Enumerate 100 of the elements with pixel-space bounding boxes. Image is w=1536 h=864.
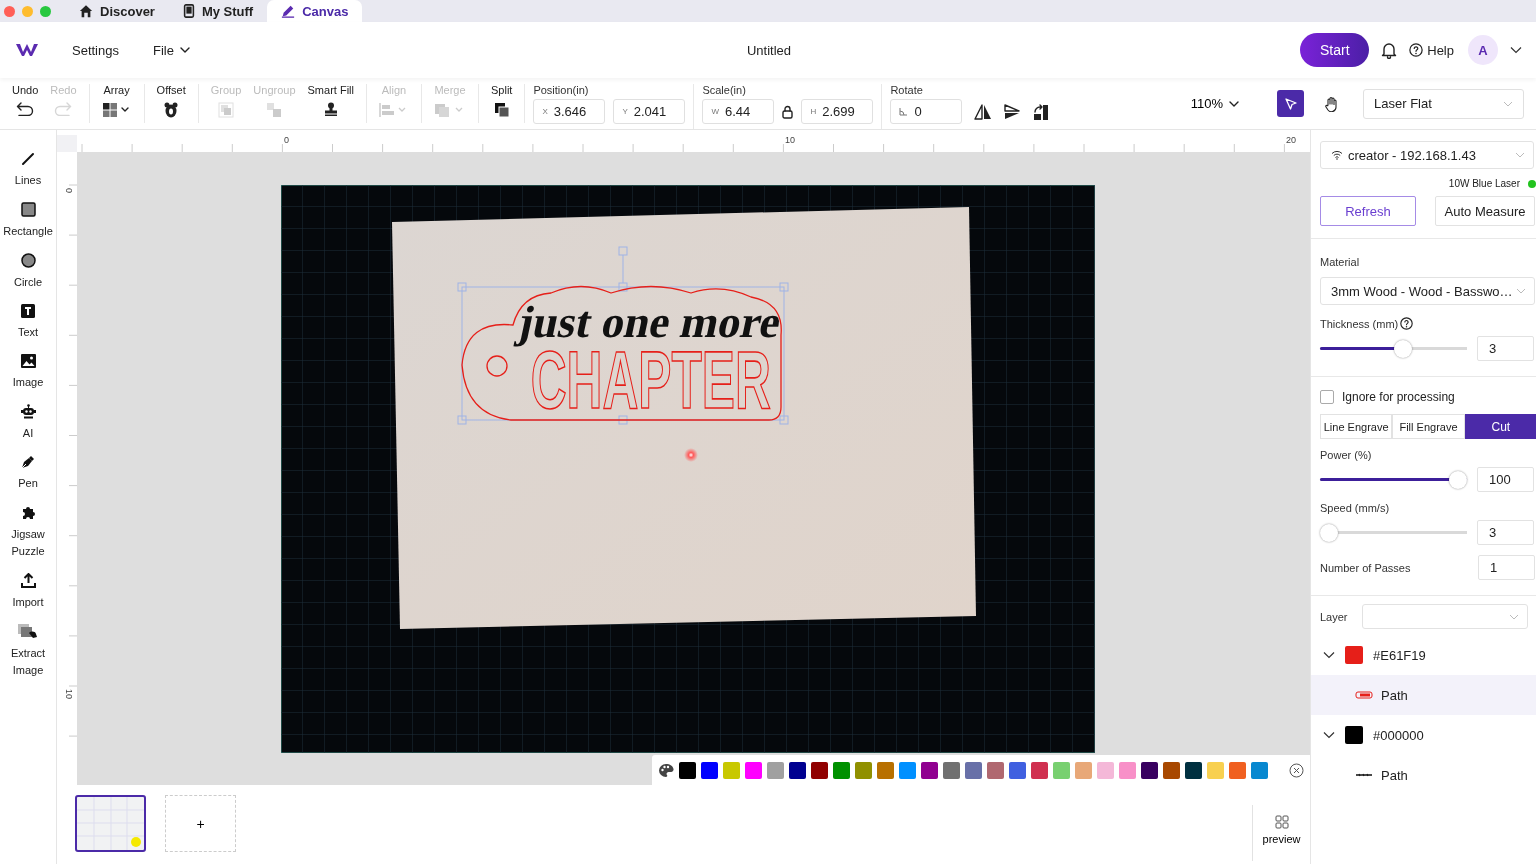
color-swatch[interactable] [1053,761,1070,779]
help-icon[interactable] [1400,317,1414,330]
action-button[interactable]: Refresh [1320,196,1416,226]
color-swatch[interactable] [877,761,894,779]
color-swatch[interactable] [1097,761,1114,779]
start-button[interactable]: Start [1300,33,1370,67]
tool-button[interactable]: Circle [0,253,57,291]
app-tab[interactable]: Canvas [267,0,363,22]
flip-horizontal-icon[interactable] [974,103,993,120]
stamp-icon [323,102,338,116]
page-thumbnail[interactable] [75,795,146,852]
color-swatch[interactable] [723,761,740,779]
input-field[interactable]: Y 2.041 [613,99,686,124]
pen-icon [21,455,35,469]
color-swatch[interactable] [701,761,718,779]
close-icon[interactable] [1289,762,1304,778]
add-page-button[interactable]: + [165,795,236,852]
slider-thumb[interactable] [1393,339,1412,358]
color-swatch[interactable] [1251,761,1268,779]
color-swatch[interactable] [1119,761,1136,779]
split-icon [493,102,510,118]
layer-item[interactable]: Path [1311,755,1536,795]
input-field[interactable]: 1 [1478,555,1535,580]
mode-tab[interactable]: Cut [1464,414,1536,439]
menu-button[interactable]: Settings [72,42,119,58]
layer-row[interactable]: #000000 [1311,715,1430,755]
tool-button[interactable]: Text [0,304,57,341]
color-swatch[interactable] [1009,761,1026,779]
field-label: Position(in) [533,84,590,96]
material-dropdown[interactable]: 3mm Wood - Wood - Basswo… [1320,277,1535,305]
color-swatch[interactable] [899,761,916,779]
input-field[interactable]: 0 [890,99,963,124]
color-swatch[interactable] [1163,761,1180,779]
layer-item[interactable]: Path [1311,675,1536,715]
laser-dot [684,448,698,462]
tool-button[interactable]: AI [0,404,57,442]
checkbox[interactable]: Ignore for processing [1320,390,1455,404]
field-prefix: H [810,107,817,116]
color-swatch[interactable] [1185,761,1202,779]
palette-icon[interactable] [658,762,674,778]
color-swatch[interactable] [987,761,1004,779]
notification-icon[interactable] [1381,41,1398,59]
color-swatch[interactable] [789,761,806,779]
input-field[interactable]: H 2.699 [801,99,874,124]
color-swatch[interactable] [921,761,938,779]
color-swatch[interactable] [811,761,828,779]
input-field[interactable]: X 3.646 [533,99,606,124]
mode-tab[interactable]: Line Engrave [1320,414,1393,439]
zoom-dropdown[interactable]: 110% [1184,95,1245,112]
chevron-down-icon[interactable] [1510,46,1522,54]
flip-vertical-icon[interactable] [1004,103,1021,120]
app-tab[interactable]: Discover [65,0,169,22]
color-swatch[interactable] [745,761,762,779]
select-tool-button[interactable] [1277,90,1304,117]
color-swatch[interactable] [1207,761,1224,779]
field-label: Thickness (mm) [1320,317,1399,330]
lock-icon[interactable] [782,104,794,119]
field-label: Power (%) [1320,449,1373,461]
help-button[interactable]: Help [1409,42,1454,58]
tool-button[interactable]: Jigsaw Puzzle [0,505,57,560]
logo-icon[interactable] [16,43,38,57]
toolbar-button[interactable]: Split [485,84,519,123]
color-swatch[interactable] [855,761,872,779]
app-tab[interactable]: My Stuff [168,0,268,22]
color-swatch[interactable] [943,761,960,779]
toolbar-button[interactable]: Array [95,84,138,123]
toolbar-button[interactable]: Offset [150,84,192,123]
machine-dropdown[interactable]: Laser Flat [1363,88,1524,119]
tool-button[interactable]: Image [0,354,57,391]
mode-tab[interactable]: Fill Engrave [1392,414,1465,439]
color-swatch[interactable] [767,761,784,779]
color-swatch[interactable] [1229,761,1246,779]
slider-thumb[interactable] [1320,523,1338,542]
tool-button[interactable]: Pen [0,455,57,492]
tool-button[interactable]: Extract Image [0,624,57,679]
avatar[interactable]: A [1468,35,1498,65]
device-dropdown[interactable]: creator - 192.168.1.43 [1320,141,1534,169]
input-field[interactable]: 3 [1477,336,1534,361]
input-field[interactable]: W 6.44 [702,99,775,124]
toolbar-button[interactable]: Smart Fill [301,84,360,123]
layer-row[interactable]: #E61F19 [1311,635,1432,675]
angle-icon [899,107,909,116]
input-field[interactable]: 3 [1477,520,1534,545]
tool-button[interactable]: Rectangle [0,202,57,240]
arrange-icon[interactable] [1032,102,1051,121]
color-swatch[interactable] [1075,761,1092,779]
color-swatch[interactable] [679,761,696,779]
menu-button[interactable]: File [153,42,190,58]
color-swatch[interactable] [1031,761,1048,779]
slider-thumb[interactable] [1449,470,1467,489]
grid-icon [1274,815,1289,829]
ruler-label: 20 [1286,135,1296,145]
action-button[interactable]: Auto Measure [1435,196,1535,226]
color-swatch[interactable] [1141,761,1158,779]
color-swatch[interactable] [833,761,850,779]
color-swatch[interactable] [965,761,982,779]
tool-button[interactable]: Lines [0,152,57,189]
toolbar-button[interactable]: Undo [6,84,45,123]
input-field[interactable]: 100 [1477,467,1534,492]
tool-button[interactable]: Import [0,573,57,611]
